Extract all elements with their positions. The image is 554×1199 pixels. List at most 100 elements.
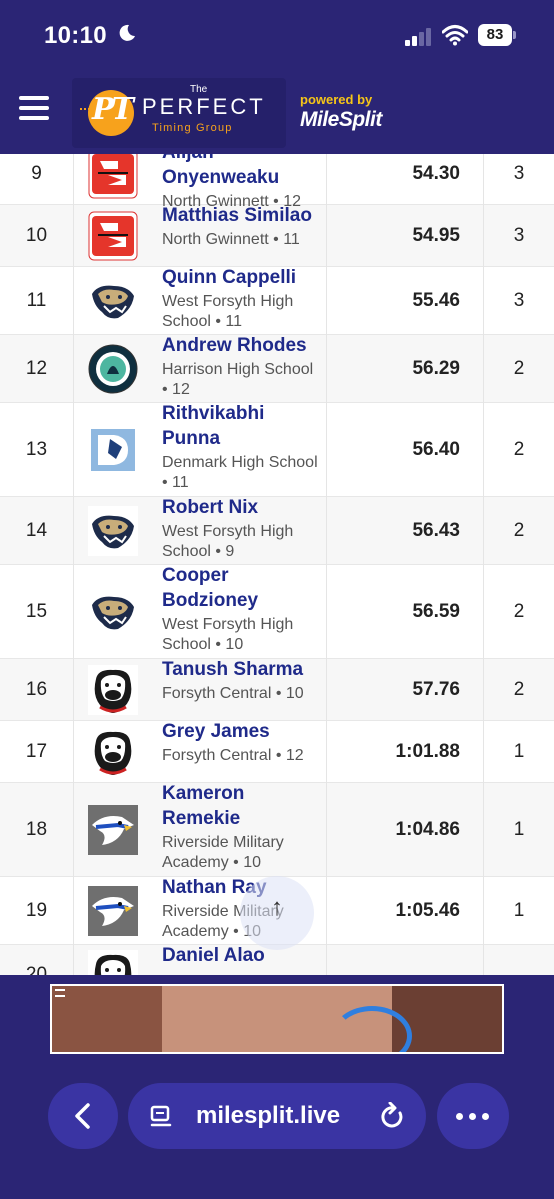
ad-area — [0, 975, 554, 1070]
west-forsyth-logo — [88, 506, 138, 556]
athlete-name-link[interactable]: Andrew Rhodes — [162, 333, 322, 358]
place-cell: 19 — [25, 900, 48, 921]
athlete-cell: Andrew Rhodes Harrison High School • 12 — [162, 333, 322, 400]
place-cell: 15 — [25, 601, 48, 622]
mark-cell: 54.95 — [412, 225, 460, 246]
arrow-up-icon: ↑ — [271, 894, 283, 921]
place-cell: 20 — [25, 964, 48, 975]
mark-cell: 56.43 — [412, 520, 460, 541]
place-cell: 10 — [25, 225, 48, 246]
points-cell: 1 — [513, 741, 525, 762]
result-row[interactable]: 14 Robert Nix West Forsyth High School • 9… — [0, 497, 554, 565]
status-time: 10:10 — [44, 22, 107, 49]
mark-cell: 56.59 — [412, 601, 460, 622]
points-cell: 2 — [513, 601, 525, 622]
athlete-name-link[interactable]: Alijah Onyenweaku — [162, 154, 322, 190]
result-row[interactable]: 18 Kameron Remekie Riverside Military Acad… — [0, 783, 554, 877]
result-row[interactable]: 11 Quinn Cappelli West Forsyth High School… — [0, 267, 554, 335]
pt-logo-letters: PT — [92, 92, 134, 127]
menu-icon[interactable] — [19, 96, 49, 120]
athlete-cell: Rithvikabhi Punna Denmark High School • 1… — [162, 401, 322, 493]
mark-cell: 1:04.86 — [395, 819, 460, 840]
athlete-name-link[interactable]: Grey James — [162, 719, 322, 744]
points-cell: 2 — [513, 358, 525, 379]
athlete-team: Forsyth Central • 10 — [162, 685, 304, 702]
url-text: milesplit.live — [196, 1102, 341, 1129]
battery-nub — [513, 31, 516, 39]
athlete-cell: Robert Nix West Forsyth High School • 9 — [162, 495, 322, 562]
mark-cell: 56.40 — [412, 439, 460, 460]
harrison-logo — [88, 344, 138, 394]
forsyth-central-logo — [88, 950, 138, 975]
forsyth-central-logo — [88, 665, 138, 715]
result-row[interactable]: 9 Alijah Onyenweaku North Gwinnett • 12 54.… — [0, 154, 554, 210]
athlete-team: Harrison High School • 12 — [162, 361, 314, 398]
milesplit-logo[interactable]: MileSplit — [300, 108, 382, 132]
results-table: 20 Daniel Alao 19 Nathan Ray Riverside Milit… — [0, 154, 554, 975]
athlete-team: Denmark High School • 11 — [162, 454, 318, 491]
mark-cell: 1:01.88 — [395, 741, 460, 762]
ad-menu-icon[interactable] — [55, 989, 65, 997]
scroll-to-top-button[interactable]: ↑ — [240, 876, 314, 950]
reload-icon[interactable] — [380, 1102, 406, 1130]
points-cell: 3 — [513, 162, 525, 184]
place-cell: 11 — [26, 290, 47, 311]
ad-banner[interactable] — [50, 984, 504, 1054]
athlete-team: Forsyth Central • 12 — [162, 747, 304, 764]
points-cell: 3 — [513, 225, 525, 246]
more-icon — [456, 1113, 463, 1120]
back-icon — [75, 1103, 90, 1129]
back-button[interactable] — [48, 1083, 118, 1149]
north-gwinnett-logo — [88, 154, 138, 199]
place-cell: 17 — [25, 741, 48, 762]
riverside-military-logo — [88, 805, 138, 855]
status-bar: 10:10 83 — [0, 0, 554, 70]
page-icon[interactable] — [150, 1105, 172, 1129]
mark-cell: 54.30 — [412, 162, 460, 184]
mark-cell: 56.29 — [412, 358, 460, 379]
browser-toolbar: milesplit.live — [0, 1070, 554, 1199]
result-row[interactable]: 17 Grey James Forsyth Central • 12 1:01.88 1 — [0, 721, 554, 783]
place-cell: 18 — [25, 819, 48, 840]
result-row[interactable]: 15 Cooper Bodzioney West Forsyth High Scho… — [0, 565, 554, 659]
athlete-team: North Gwinnett • 12 — [162, 193, 301, 210]
place-cell: 12 — [25, 358, 48, 379]
address-bar[interactable]: milesplit.live — [128, 1083, 426, 1149]
athlete-name-link[interactable]: Quinn Cappelli — [162, 265, 322, 290]
athlete-cell: Daniel Alao — [162, 943, 322, 970]
athlete-team: West Forsyth High School • 10 — [162, 616, 294, 653]
perfect-timing-group-logo[interactable]: PT The PERFECT Timing Group — [72, 78, 286, 148]
points-cell: 2 — [513, 520, 525, 541]
place-cell: 16 — [25, 679, 48, 700]
logo-timing-group: Timing Group — [152, 122, 233, 134]
more-button[interactable] — [437, 1083, 509, 1149]
result-row[interactable]: 12 Andrew Rhodes Harrison High School • 12… — [0, 335, 554, 403]
athlete-name-link[interactable]: Cooper Bodzioney — [162, 563, 322, 613]
result-row[interactable]: 13 Rithvikabhi Punna Denmark High School •… — [0, 403, 554, 497]
signal-icon — [405, 28, 433, 46]
athlete-cell: Alijah Onyenweaku North Gwinnett • 12 — [162, 154, 322, 212]
athlete-name-link[interactable]: Rithvikabhi Punna — [162, 401, 322, 451]
athlete-name-link[interactable]: Kameron Remekie — [162, 781, 322, 831]
athlete-name-link[interactable]: Daniel Alao — [162, 943, 322, 968]
athlete-name-link[interactable]: Tanush Sharma — [162, 657, 322, 682]
west-forsyth-logo — [88, 587, 138, 637]
mark-cell: 57.76 — [412, 679, 460, 700]
points-cell: 3 — [513, 290, 525, 311]
result-row[interactable]: 16 Tanush Sharma Forsyth Central • 10 57.76… — [0, 659, 554, 721]
athlete-cell: Tanush Sharma Forsyth Central • 10 — [162, 657, 322, 704]
place-cell: 13 — [25, 439, 48, 460]
result-row[interactable]: 10 Matthias Similao North Gwinnett • 11 54.… — [0, 205, 554, 267]
place-cell: 9 — [31, 162, 42, 184]
athlete-cell: Cooper Bodzioney West Forsyth High School… — [162, 563, 322, 655]
athlete-team: North Gwinnett • 11 — [162, 231, 300, 248]
athlete-team: West Forsyth High School • 11 — [162, 293, 294, 330]
mark-cell: 1:05.46 — [395, 900, 460, 921]
athlete-name-link[interactable]: Robert Nix — [162, 495, 322, 520]
athlete-cell: Kameron Remekie Riverside Military Academ… — [162, 781, 322, 873]
athlete-cell: Grey James Forsyth Central • 12 — [162, 719, 322, 766]
points-cell: 2 — [513, 679, 525, 700]
points-cell: 2 — [513, 439, 525, 460]
points-cell: 1 — [513, 819, 525, 840]
battery-icon: 83 — [478, 24, 512, 46]
